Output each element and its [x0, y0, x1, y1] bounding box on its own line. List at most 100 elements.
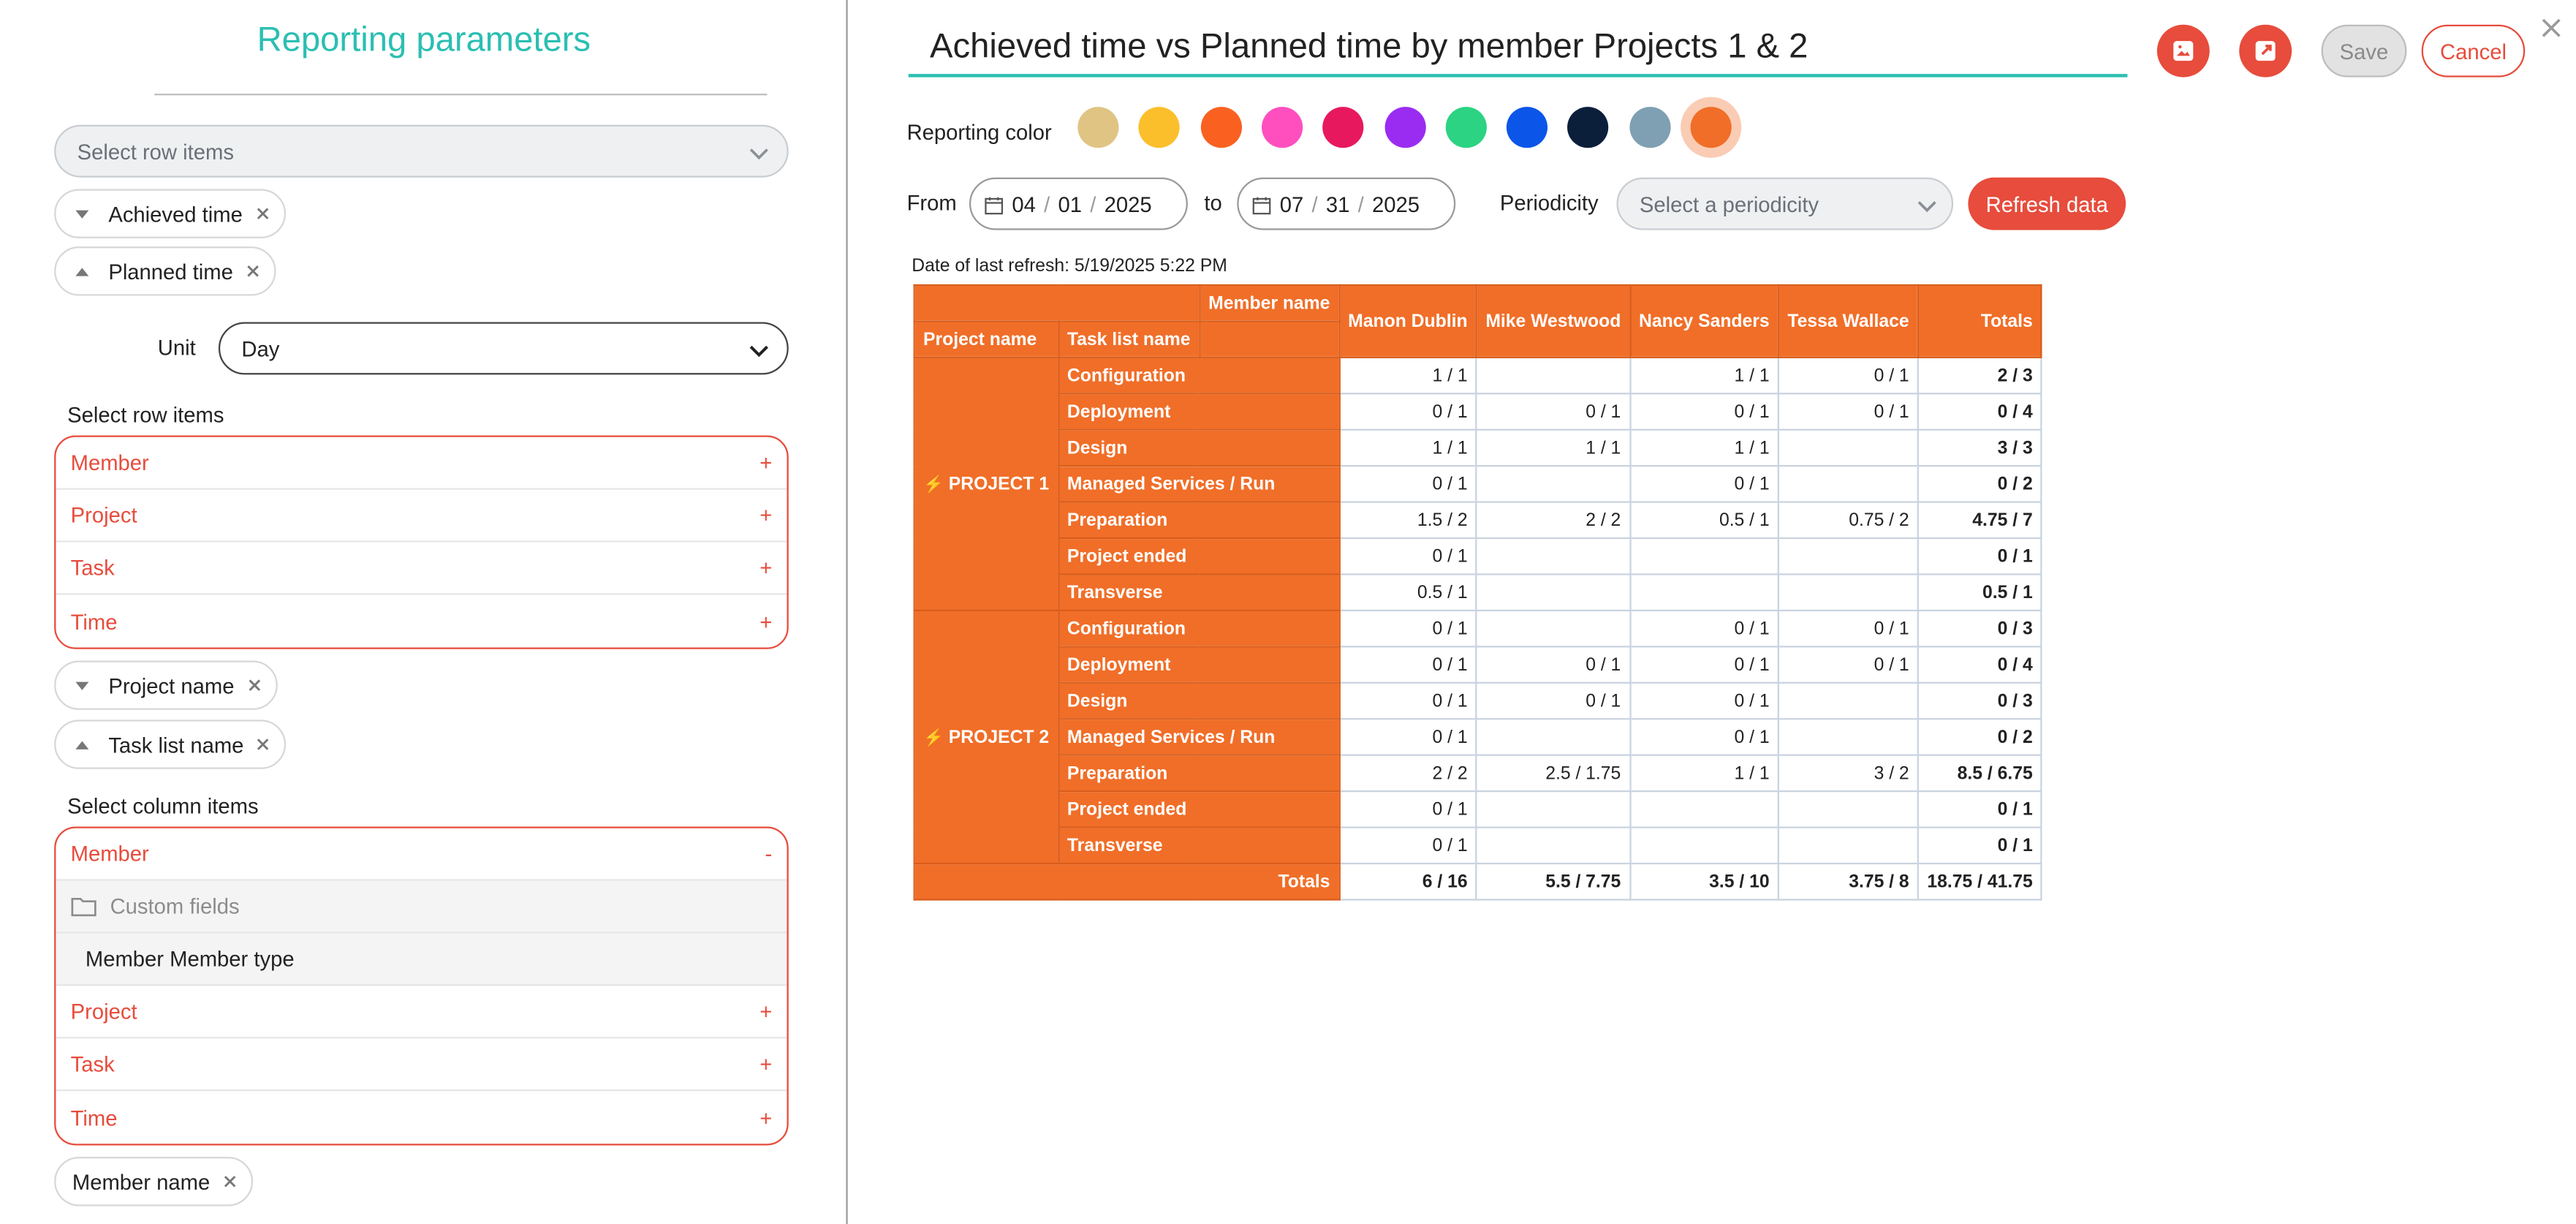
- value-cell: 1 / 1: [1338, 356, 1478, 395]
- value-cell: 0 / 1: [1338, 826, 1478, 865]
- value-cell: 0 / 1: [1475, 393, 1631, 431]
- add-toggle[interactable]: +: [759, 1051, 772, 1076]
- close-icon[interactable]: [246, 677, 262, 693]
- export-button[interactable]: [2239, 24, 2292, 78]
- sort-up-icon[interactable]: [72, 265, 92, 278]
- top-row-items-select[interactable]: Select row items: [54, 124, 789, 178]
- add-toggle[interactable]: +: [759, 999, 772, 1024]
- task-list-cell: Transverse: [1057, 826, 1340, 865]
- totals-row: Totals 6 / 16 5.5 / 7.75 3.5 / 10 3.75 / 8 18…: [913, 862, 2043, 901]
- add-toggle[interactable]: +: [759, 609, 772, 634]
- add-toggle[interactable]: +: [759, 503, 772, 528]
- value-cell: 0 / 1: [1777, 646, 1920, 684]
- to-label: to: [1204, 190, 1222, 216]
- color-swatch[interactable]: [1200, 107, 1242, 148]
- color-swatch[interactable]: [1261, 107, 1303, 148]
- add-toggle[interactable]: +: [759, 556, 772, 581]
- close-icon[interactable]: [255, 736, 271, 752]
- member-type-item[interactable]: Member Member type: [56, 933, 787, 986]
- row-item-project[interactable]: Project +: [56, 490, 787, 543]
- color-swatch[interactable]: [1507, 107, 1548, 148]
- close-icon[interactable]: [221, 1174, 238, 1190]
- cancel-button[interactable]: Cancel: [2421, 24, 2526, 78]
- add-toggle[interactable]: +: [759, 450, 772, 475]
- chevron-down-icon: [1917, 201, 1936, 213]
- value-cell: 1 / 1: [1629, 356, 1780, 395]
- custom-fields-group[interactable]: Custom fields: [56, 880, 787, 934]
- column-item-project[interactable]: Project +: [56, 986, 787, 1039]
- task-list-cell: Managed Services / Run: [1057, 718, 1340, 756]
- table-row: Project ended 0 / 10 / 1: [914, 790, 2043, 828]
- color-swatch[interactable]: [1139, 107, 1181, 148]
- color-swatch[interactable]: [1690, 107, 1732, 148]
- value-cell: 0 / 1: [1475, 646, 1631, 684]
- row-item-task[interactable]: Task +: [56, 543, 787, 595]
- app-root: Reporting parameters Select row items Ac…: [0, 0, 2576, 1224]
- selected-field-chip[interactable]: Planned time: [54, 246, 276, 296]
- periodicity-select[interactable]: Select a periodicity: [1616, 177, 1954, 230]
- sort-up-icon[interactable]: [72, 738, 92, 751]
- project-name-header: Project name: [913, 320, 1059, 358]
- selected-field-chip[interactable]: Achieved time: [54, 189, 286, 238]
- value-cell: 0 / 1: [1777, 356, 1920, 395]
- value-cell: 0 / 1: [1475, 681, 1631, 720]
- header-spacer: [1198, 320, 1340, 358]
- unit-select[interactable]: Day: [218, 322, 789, 375]
- selected-field-chip[interactable]: Project name: [54, 660, 277, 710]
- unit-value: Day: [241, 336, 280, 361]
- close-icon[interactable]: [2538, 15, 2564, 41]
- project-cell: ⚡ PROJECT 1: [913, 356, 1059, 612]
- row-total-cell: 2 / 3: [1917, 356, 2043, 395]
- row-total-cell: 0 / 1: [1917, 790, 2043, 828]
- color-swatch[interactable]: [1077, 107, 1119, 148]
- export-icon: [2255, 41, 2276, 61]
- report-title-input[interactable]: Achieved time vs Planned time by member …: [908, 21, 2128, 78]
- chip-label: Achieved time: [108, 201, 243, 227]
- column-item-time[interactable]: Time +: [56, 1091, 787, 1144]
- from-date-input[interactable]: 04/ 01/ 2025: [969, 177, 1188, 230]
- row-total-cell: 0 / 1: [1917, 826, 2043, 865]
- table-row: Design 1 / 11 / 11 / 13 / 3: [914, 428, 2043, 467]
- value-cell: 0.75 / 2: [1777, 501, 1920, 540]
- color-swatch[interactable]: [1567, 107, 1610, 148]
- refresh-data-button[interactable]: Refresh data: [1968, 177, 2126, 230]
- to-date-input[interactable]: 07/ 31/ 2025: [1237, 177, 1456, 230]
- sort-down-icon[interactable]: [72, 207, 92, 220]
- color-swatch[interactable]: [1384, 107, 1425, 148]
- task-list-cell: Design: [1057, 428, 1340, 467]
- row-item-member[interactable]: Member +: [56, 437, 787, 490]
- value-cell: [1475, 826, 1631, 865]
- chevron-down-icon: [749, 345, 768, 358]
- selected-field-chip[interactable]: Task list name: [54, 719, 287, 769]
- value-cell: [1475, 573, 1631, 612]
- value-cell: [1629, 537, 1780, 575]
- task-list-cell: Project ended: [1057, 790, 1340, 828]
- add-toggle[interactable]: +: [759, 1105, 772, 1130]
- value-cell: 1 / 1: [1629, 754, 1780, 793]
- member-column-header: Tessa Wallace: [1777, 284, 1920, 358]
- reporting-color-label: Reporting color: [906, 120, 1052, 145]
- color-swatch[interactable]: [1322, 107, 1364, 148]
- unit-label: Unit: [157, 335, 196, 360]
- save-button[interactable]: Save: [2321, 24, 2407, 78]
- color-swatch[interactable]: [1629, 107, 1670, 148]
- column-item-task[interactable]: Task +: [56, 1038, 787, 1092]
- table-row: Project ended 0 / 10 / 1: [914, 537, 2043, 575]
- close-icon[interactable]: [245, 263, 261, 279]
- collapse-toggle[interactable]: -: [765, 842, 773, 866]
- value-cell: [1777, 428, 1920, 467]
- folder-icon: [71, 897, 96, 917]
- color-swatch[interactable]: [1445, 107, 1487, 148]
- close-icon[interactable]: [254, 205, 270, 222]
- value-cell: 0 / 1: [1629, 646, 1780, 684]
- value-cell: 0.5 / 1: [1629, 501, 1780, 540]
- value-cell: 0 / 1: [1338, 609, 1478, 648]
- selected-field-chip[interactable]: Member name: [54, 1157, 253, 1206]
- to-month: 07: [1279, 191, 1304, 216]
- image-export-button[interactable]: [2156, 24, 2210, 78]
- table-row: ⚡ PROJECT 2 Configuration 0 / 10 / 10 / 10 …: [913, 609, 2043, 865]
- column-item-member[interactable]: Member -: [56, 828, 787, 881]
- sort-down-icon[interactable]: [72, 679, 92, 692]
- row-item-time[interactable]: Time +: [56, 595, 787, 648]
- value-cell: 1 / 1: [1338, 428, 1478, 467]
